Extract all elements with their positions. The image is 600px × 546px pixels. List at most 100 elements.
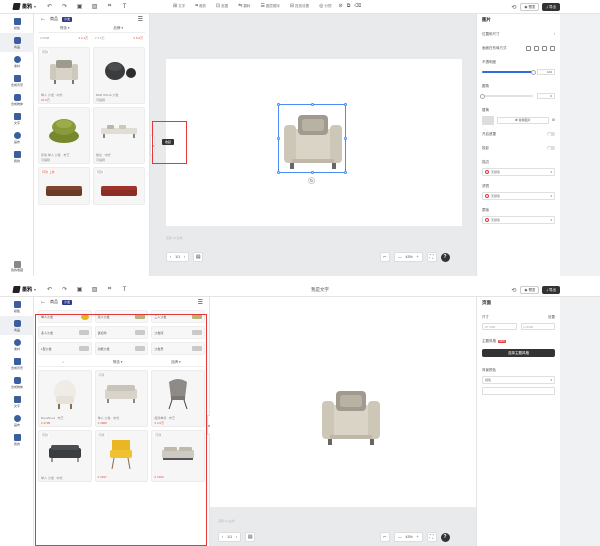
align-left-icon[interactable] [526,45,531,51]
document-title[interactable]: 我是文字 [300,287,340,293]
position-size-row[interactable]: 位置和尺寸 › [482,29,555,39]
rail-item-objects[interactable]: 合成物体 [0,90,34,109]
text-icon[interactable]: T [121,287,128,293]
rail-item-mine[interactable]: 我的 [0,147,34,166]
filter-dropdown[interactable]: 筛选 ▾ [60,26,70,31]
rail-item-templates[interactable]: 模板 [0,297,34,316]
resize-handle[interactable] [311,103,314,106]
width-input[interactable]: W 7680 [482,323,517,330]
resize-handle[interactable] [344,103,347,106]
undo-icon[interactable]: ↶ [46,3,53,10]
rail-item-canvas[interactable]: 画布 [0,128,34,147]
image-icon[interactable]: ▨ [91,3,98,10]
product-card[interactable]: 同款 上新 [38,167,90,205]
menu-icon[interactable]: ☰ [138,16,143,23]
zoom-stepper[interactable]: —43% + [394,252,423,262]
resize-handle[interactable] [344,137,347,140]
tool-layer-order[interactable]: ☰ 图层顺序 [257,3,282,9]
preview-button[interactable]: ◉ 预览 [520,3,540,11]
crop-icon[interactable]: ⌗ [106,286,113,293]
replace-image-button[interactable]: ⇄ 替换图片 [497,116,549,124]
category-tag[interactable]: 沙发 [62,16,73,22]
tool-storyboard[interactable]: ◎ 分镜 [316,3,334,9]
rail-item-products[interactable]: 商品 [0,316,34,335]
radius-input[interactable]: 0 [537,93,555,99]
resize-handle[interactable] [277,103,280,106]
save-icon[interactable]: ▣ [76,3,83,10]
rail-item-backgrounds[interactable]: 合成背景 [0,71,34,90]
zoom-stepper[interactable]: —43% + [394,532,423,542]
ruler-icon[interactable]: ⌐ [380,532,390,542]
opacity-slider[interactable] [482,69,536,75]
ruler-icon[interactable]: ⌐ [380,252,390,262]
fit-screen-icon[interactable]: ⛶ [426,252,437,262]
armchair-image[interactable] [318,385,384,447]
product-card[interactable]: 同款 [93,167,145,205]
rail-item-text[interactable]: 文字 [0,392,34,411]
resize-handle[interactable] [277,137,280,140]
rail-item-materials[interactable]: 素材 [0,52,34,71]
back-arrow-icon[interactable]: ← [40,299,46,305]
resize-handle[interactable] [311,171,314,174]
rail-item-backgrounds[interactable]: 合成背景 [0,354,34,373]
undo-icon[interactable]: ↶ [46,286,53,293]
rail-favorites[interactable]: 我的收藏 [0,261,34,272]
product-card[interactable]: B&B ITALIA 沙发 可编辑 [93,47,145,104]
filter-select[interactable]: 无颜色 ▾ [482,192,555,200]
product-card[interactable]: 餐台 · 中式 可编辑 [93,107,145,164]
fit-screen-icon[interactable]: ⛶ [426,532,437,542]
opacity-input[interactable]: 100 [537,69,555,75]
resize-handle[interactable] [344,171,347,174]
delete-icon[interactable]: ⌫ [354,3,361,9]
text-icon[interactable]: T [121,4,128,10]
export-button[interactable]: ⤓ 导出 [542,3,560,11]
mask-toggle[interactable] [547,132,555,136]
export-button[interactable]: ⤓ 导出 [542,286,560,294]
preview-button[interactable]: ◉ 预览 [520,286,540,294]
resize-handle[interactable] [277,171,280,174]
product-card[interactable]: 同款 单人 沙发 · 中式 ¥4.6万 [38,47,90,104]
app-logo[interactable]: 墨鸦 ▾ [12,286,36,293]
shadow-toggle[interactable] [547,146,555,150]
rail-item-canvas[interactable]: 画布 [0,411,34,430]
menu-icon[interactable]: ☰ [198,299,203,306]
image-icon[interactable]: ▨ [91,286,98,293]
canvas-area[interactable]: ↻ 墨鸦 AI 生成 ‹ 1/1 › ▤ ⌐ —43% + ⛶ ? [150,14,476,276]
rotate-icon[interactable]: ↻ [308,177,315,184]
app-logo[interactable]: 墨鸦 ▾ [12,3,36,10]
crop-icon[interactable]: ⌗ [106,3,113,10]
tool-flip[interactable]: ⇋ 翻转 [235,3,253,9]
copy-icon[interactable]: ⧉ [347,3,351,9]
save-icon[interactable]: ▣ [76,286,83,293]
choose-theme-button[interactable]: 选择主题风格 [482,349,555,357]
align-fill-icon[interactable] [550,45,555,51]
rail-item-text[interactable]: 文字 [0,109,34,128]
redo-icon[interactable]: ↷ [61,3,68,10]
rail-item-products[interactable]: 商品 [0,33,34,52]
radius-slider[interactable] [479,93,533,99]
rail-item-objects[interactable]: 合成物体 [0,373,34,392]
stroke-select[interactable]: 无颜色 ▾ [482,168,555,176]
bg-color-select[interactable]: 纯色 ▾ [482,376,555,384]
canvas-area[interactable]: 墨鸦 AI 生成 ‹ 1/1 › ▤ ⌐ —43% + ⛶ ? [210,297,476,546]
rail-item-materials[interactable]: 素材 [0,335,34,354]
height-input[interactable]: H 5360 [520,323,555,330]
align-right-icon[interactable] [542,45,547,51]
help-icon[interactable]: ? [440,252,450,262]
tool-text[interactable]: ⊞ 文字 [170,3,188,9]
category-tag[interactable]: 沙发 [62,299,73,305]
history-icon[interactable]: ⟲ [510,287,517,294]
align-center-icon[interactable] [534,45,539,51]
tool-cutout[interactable]: ⊡ 抠图 [213,3,231,9]
redo-icon[interactable]: ↷ [61,286,68,293]
brand-dropdown[interactable]: 品牌 ▾ [113,26,123,31]
selected-image[interactable] [277,103,347,174]
history-icon[interactable]: ⟲ [510,4,517,11]
size-settings-link[interactable]: 设置 [548,315,555,320]
rail-item-templates[interactable]: 模板 [0,14,34,33]
page-list-icon[interactable]: ▤ [245,532,256,542]
page-list-icon[interactable]: ▤ [193,252,204,262]
tool-crop[interactable]: ⌗ 裁剪 [192,3,209,9]
page-switcher[interactable]: ‹ 1/1 › [166,252,190,262]
rail-item-mine[interactable]: 我的 [0,430,34,449]
